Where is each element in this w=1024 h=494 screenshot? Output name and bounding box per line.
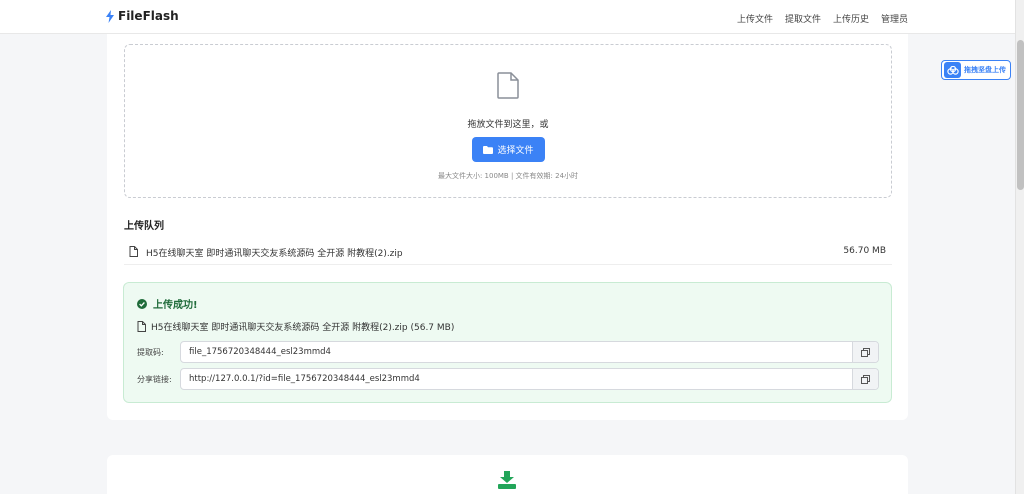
limit-text: 最大文件大小: 100MB | 文件有效期: 24小时 bbox=[437, 172, 579, 180]
drop-zone[interactable]: 拖放文件到这里，或 选择文件 最大文件大小: 100MB | 文件有效期: 24… bbox=[124, 44, 892, 198]
link-value: http://127.0.0.1/?id=file_1756720348444_… bbox=[189, 374, 420, 384]
cloud-upload-icon bbox=[944, 62, 961, 78]
file-icon bbox=[129, 246, 138, 257]
queue-item: H5在线聊天室 即时通讯聊天交友系统源码 全开源 附教程(2).zip 56.7… bbox=[124, 240, 892, 265]
copy-icon bbox=[861, 347, 870, 357]
nav-upload[interactable]: 上传文件 bbox=[737, 12, 773, 25]
page-scrollbar[interactable] bbox=[1015, 0, 1024, 494]
success-title: 上传成功! bbox=[137, 296, 198, 311]
bolt-icon bbox=[106, 9, 114, 23]
download-icon bbox=[498, 471, 516, 489]
code-field[interactable]: file_1756720348444_esl23mmd4 bbox=[180, 341, 879, 363]
code-value: file_1756720348444_esl23mmd4 bbox=[189, 347, 331, 357]
upload-success-panel: 上传成功! H5在线聊天室 即时通讯聊天交友系统源码 全开源 附教程(2).zi… bbox=[123, 282, 892, 403]
nav-links: 上传文件 提取文件 上传历史 管理员 bbox=[737, 12, 908, 25]
link-field[interactable]: http://127.0.0.1/?id=file_1756720348444_… bbox=[180, 368, 879, 390]
queue-file-size: 56.70 MB bbox=[843, 246, 886, 256]
copy-code-button[interactable] bbox=[852, 342, 878, 362]
brand-name: FileFlash bbox=[118, 9, 179, 23]
folder-icon bbox=[483, 145, 494, 154]
download-card bbox=[107, 455, 908, 494]
drag-upload-float-button[interactable]: 拖拽坚盘上传 bbox=[941, 60, 1011, 80]
check-circle-icon bbox=[137, 298, 147, 309]
nav-extract[interactable]: 提取文件 bbox=[785, 12, 821, 25]
file-icon bbox=[497, 72, 519, 99]
file-icon bbox=[137, 321, 146, 332]
scrollbar-thumb[interactable] bbox=[1017, 40, 1024, 190]
drop-text: 拖放文件到这里，或 bbox=[467, 120, 549, 130]
queue-title: 上传队列 bbox=[124, 221, 164, 232]
success-file: H5在线聊天室 即时通讯聊天交友系统源码 全开源 附教程(2).zip (56.… bbox=[137, 320, 454, 333]
copy-icon bbox=[861, 374, 870, 384]
success-title-text: 上传成功! bbox=[153, 300, 198, 311]
upload-card: 拖放文件到这里，或 选择文件 最大文件大小: 100MB | 文件有效期: 24… bbox=[107, 34, 908, 420]
queue-file-name: H5在线聊天室 即时通讯聊天交友系统源码 全开源 附教程(2).zip bbox=[146, 249, 403, 259]
choose-file-label: 选择文件 bbox=[497, 146, 534, 156]
top-navbar: FileFlash 上传文件 提取文件 上传历史 管理员 bbox=[0, 0, 1015, 34]
choose-file-button[interactable]: 选择文件 bbox=[472, 137, 545, 162]
code-label: 提取码: bbox=[137, 348, 164, 357]
success-file-text: H5在线聊天室 即时通讯聊天交友系统源码 全开源 附教程(2).zip (56.… bbox=[151, 323, 455, 333]
copy-link-button[interactable] bbox=[852, 369, 878, 389]
nav-admin[interactable]: 管理员 bbox=[881, 12, 908, 25]
brand[interactable]: FileFlash bbox=[105, 9, 179, 23]
nav-history[interactable]: 上传历史 bbox=[833, 12, 869, 25]
drag-upload-label: 拖拽坚盘上传 bbox=[964, 66, 1006, 74]
link-label: 分享链接: bbox=[137, 375, 172, 384]
